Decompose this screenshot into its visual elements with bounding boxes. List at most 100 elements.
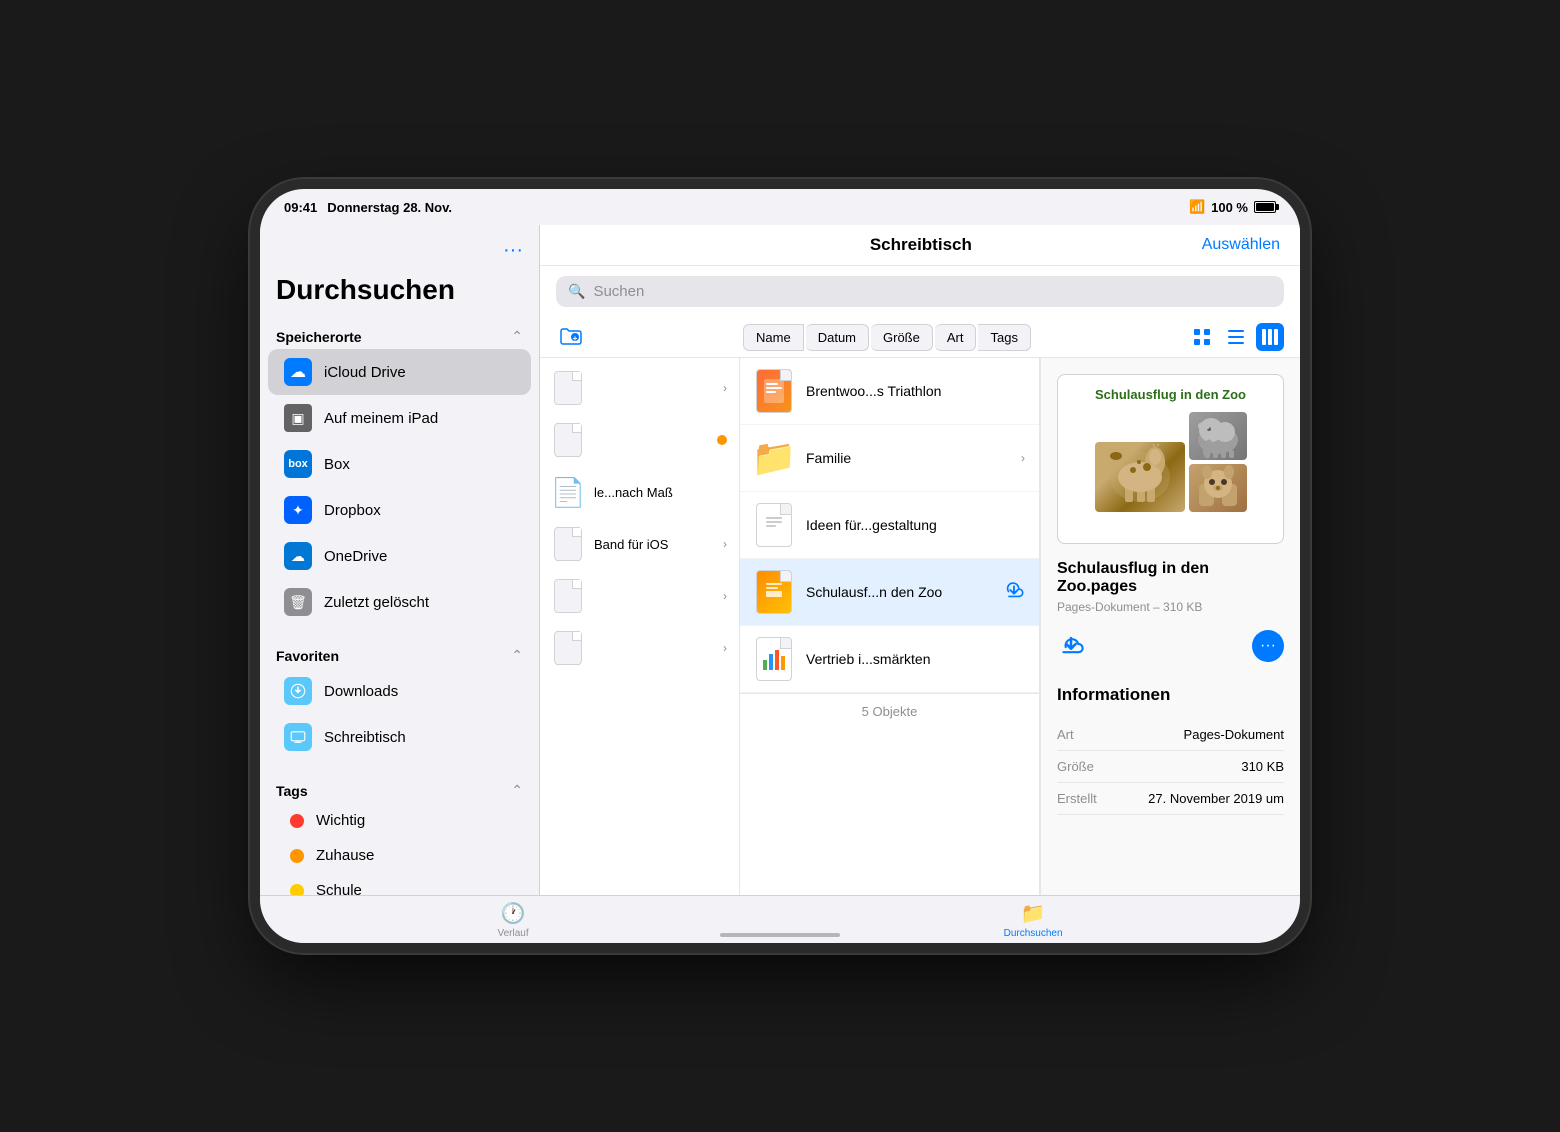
tags-header[interactable]: Tags ⌃: [260, 776, 539, 803]
file-item-brentwoo[interactable]: Brentwoo...s Triathlon: [740, 358, 1039, 425]
tags-label: Tags: [276, 783, 308, 799]
tab-durchsuchen[interactable]: 📁 Durchsuchen: [964, 897, 1103, 943]
meerkat-image: [1189, 464, 1247, 512]
preview-more-button[interactable]: ···: [1252, 630, 1284, 662]
file-count-footer: 5 Objekte: [740, 693, 1039, 729]
preview-panel: Schulausflug in den Zoo: [1040, 358, 1300, 895]
desktop-icon: [284, 723, 312, 751]
column-item-1[interactable]: ›: [540, 362, 739, 414]
sidebar-item-dropbox[interactable]: ✦ Dropbox: [268, 487, 531, 533]
grid-view-button[interactable]: [1188, 323, 1216, 351]
battery-label: 100 %: [1211, 200, 1248, 215]
new-folder-button[interactable]: +: [556, 325, 586, 349]
column-item-4[interactable]: Band für iOS ›: [540, 518, 739, 570]
sort-grosse-button[interactable]: Größe: [871, 324, 933, 351]
tags-chevron-icon: ⌃: [511, 782, 523, 799]
ideen-name: Ideen für...gestaltung: [806, 517, 1025, 533]
favoriten-header[interactable]: Favoriten ⌃: [260, 641, 539, 668]
elephant-image: [1189, 412, 1247, 460]
sidebar-item-box[interactable]: box Box: [268, 441, 531, 487]
column-item-6[interactable]: ›: [540, 622, 739, 674]
favoriten-label: Favoriten: [276, 648, 339, 664]
sidebar: ··· Durchsuchen Speicherorte ⌃ ☁ iCloud …: [260, 225, 540, 895]
downloads-icon: [284, 677, 312, 705]
search-icon: 🔍: [568, 283, 585, 300]
desktop-label: Schreibtisch: [324, 729, 406, 746]
brentwoo-file-icon: [754, 368, 794, 414]
sort-datum-button[interactable]: Datum: [806, 324, 869, 351]
main-title: Schreibtisch: [640, 235, 1202, 255]
box-label: Box: [324, 456, 350, 473]
dropbox-label: Dropbox: [324, 502, 381, 519]
ipad-label: Auf meinem iPad: [324, 410, 438, 427]
preview-actions: ···: [1057, 630, 1284, 665]
schule-dot-icon: [290, 884, 304, 896]
time-label: 09:41: [284, 200, 317, 215]
icloud-label: iCloud Drive: [324, 364, 406, 381]
file-count: 5 Objekte: [862, 704, 918, 719]
sort-tags-button[interactable]: Tags: [978, 324, 1030, 351]
more-dots-icon[interactable]: ···: [503, 239, 523, 261]
file-item-familie[interactable]: 📁 Familie ›: [740, 425, 1039, 492]
battery-fill: [1256, 203, 1274, 211]
sidebar-item-zuhause[interactable]: Zuhause: [268, 838, 531, 873]
sidebar-more-btn[interactable]: ···: [260, 235, 539, 270]
info-art-label: Art: [1057, 727, 1074, 742]
dropbox-icon: ✦: [284, 496, 312, 524]
sidebar-item-icloud[interactable]: ☁ iCloud Drive: [268, 349, 531, 395]
sidebar-item-schule[interactable]: Schule: [268, 873, 531, 895]
column-item-2[interactable]: [540, 414, 739, 466]
file-item-vertrieb[interactable]: Vertrieb i...smärkten: [740, 626, 1039, 693]
wifi-icon: 📶: [1189, 199, 1205, 215]
familie-folder-icon: 📁: [754, 435, 794, 481]
sidebar-item-onedrive[interactable]: ☁ OneDrive: [268, 533, 531, 579]
vertrieb-file-icon: [754, 636, 794, 682]
download-cloud-icon[interactable]: [1003, 579, 1025, 606]
verlauf-label: Verlauf: [497, 928, 528, 939]
auswahlen-button[interactable]: Auswählen: [1202, 236, 1280, 254]
sort-buttons: Name Datum Größe Art Tags: [594, 324, 1180, 351]
schulausflug-name: Schulausf...n den Zoo: [806, 584, 991, 600]
giraffe-image: [1095, 442, 1185, 512]
list-view-button[interactable]: [1222, 323, 1250, 351]
trash-label: Zuletzt gelöscht: [324, 594, 429, 611]
brentwoo-name: Brentwoo...s Triathlon: [806, 383, 1025, 399]
wichtig-label: Wichtig: [316, 812, 365, 829]
column-item-5[interactable]: ›: [540, 570, 739, 622]
wichtig-dot-icon: [290, 814, 304, 828]
home-indicator: [720, 933, 840, 937]
sort-art-button[interactable]: Art: [935, 324, 977, 351]
file-item-ideen[interactable]: Ideen für...gestaltung: [740, 492, 1039, 559]
preview-file-meta: Pages-Dokument – 310 KB: [1057, 600, 1284, 614]
info-grosse-value: 310 KB: [1241, 759, 1284, 774]
search-placeholder: Suchen: [593, 283, 644, 300]
sidebar-item-ipad[interactable]: ▣ Auf meinem iPad: [268, 395, 531, 441]
durchsuchen-label: Durchsuchen: [1004, 928, 1063, 939]
sidebar-item-wichtig[interactable]: Wichtig: [268, 803, 531, 838]
preview-download-button[interactable]: [1057, 630, 1085, 665]
column-view-button[interactable]: [1256, 323, 1284, 351]
tab-verlauf[interactable]: 🕐 Verlauf: [457, 897, 568, 943]
icloud-icon: ☁: [284, 358, 312, 386]
box-icon: box: [284, 450, 312, 478]
file-item-schulausflug[interactable]: Schulausf...n den Zoo: [740, 559, 1039, 626]
column-item-3[interactable]: 📄 le...nach Maß: [540, 466, 739, 518]
schule-label: Schule: [316, 882, 362, 895]
sidebar-item-downloads[interactable]: Downloads: [268, 668, 531, 714]
favoriten-chevron-icon: ⌃: [511, 647, 523, 664]
file-column-left: › 📄 le...nach Maß B: [540, 358, 740, 895]
ipad-icon: ▣: [284, 404, 312, 432]
speicherorte-header[interactable]: Speicherorte ⌃: [260, 322, 539, 349]
sort-name-button[interactable]: Name: [743, 324, 804, 351]
sidebar-item-desktop[interactable]: Schreibtisch: [268, 714, 531, 760]
search-bar[interactable]: 🔍 Suchen: [556, 276, 1284, 307]
sidebar-item-trash[interactable]: 🗑 Zuletzt gelöscht: [268, 579, 531, 625]
durchsuchen-folder-icon: 📁: [1021, 901, 1046, 926]
info-row-art: Art Pages-Dokument: [1057, 719, 1284, 751]
view-buttons: [1188, 323, 1284, 351]
status-right: 📶 100 %: [1189, 199, 1276, 215]
svg-text:+: +: [573, 334, 578, 343]
downloads-label: Downloads: [324, 683, 398, 700]
onedrive-label: OneDrive: [324, 548, 387, 565]
speicherorte-chevron-icon: ⌃: [511, 328, 523, 345]
